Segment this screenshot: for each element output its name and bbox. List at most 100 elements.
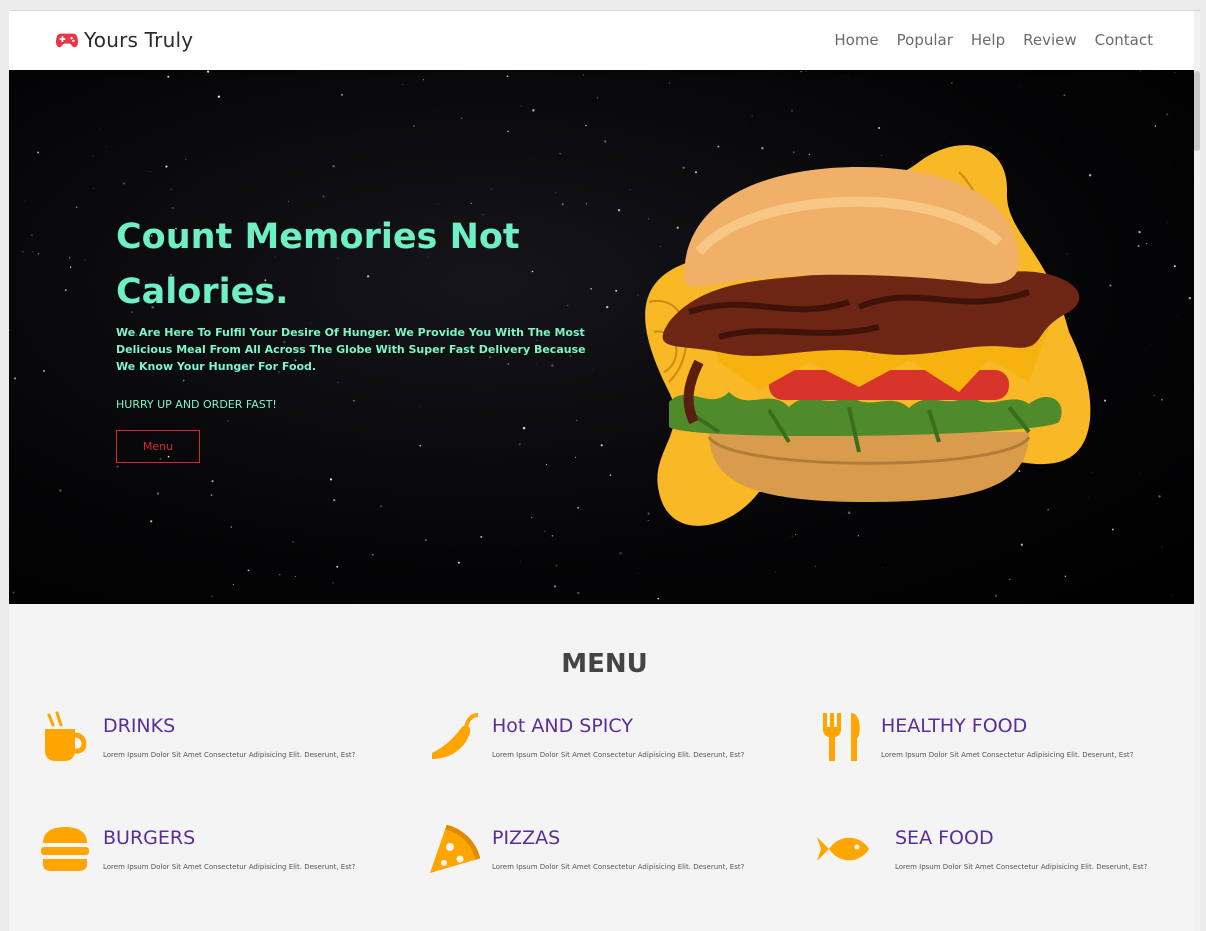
- star: [951, 82, 953, 84]
- menu-item-drinks[interactable]: DRINKS Lorem Ipsum Dolor Sit Amet Consec…: [39, 711, 419, 791]
- gamepad-icon: [56, 33, 78, 48]
- star: [123, 182, 126, 185]
- star: [9, 329, 10, 331]
- star: [1153, 394, 1155, 396]
- star: [322, 195, 325, 198]
- star: [615, 289, 618, 292]
- star: [585, 124, 587, 127]
- star: [1161, 399, 1163, 401]
- star: [470, 202, 472, 204]
- menu-item-pizzas[interactable]: PIZZAS Lorem Ipsum Dolor Sit Amet Consec…: [428, 823, 808, 903]
- star: [805, 71, 807, 72]
- star: [791, 110, 793, 112]
- star: [1188, 296, 1192, 300]
- star: [657, 597, 660, 600]
- star: [206, 70, 210, 73]
- star: [606, 305, 609, 309]
- star: [577, 506, 579, 509]
- star: [520, 561, 521, 562]
- star: [775, 571, 776, 572]
- star: [1109, 284, 1112, 287]
- star: [336, 565, 339, 568]
- nav-link-contact[interactable]: Contact: [1095, 31, 1153, 49]
- star: [1161, 546, 1163, 548]
- menu-item-sea-food[interactable]: SEA FOOD Lorem Ipsum Dolor Sit Amet Cons…: [817, 823, 1197, 903]
- star: [193, 389, 195, 390]
- star: [746, 122, 748, 124]
- menu-item-title: HEALTHY FOOD: [881, 715, 1028, 737]
- star: [1173, 265, 1176, 268]
- fish-icon: [817, 837, 869, 861]
- star: [292, 541, 294, 543]
- brand-link[interactable]: Yours Truly: [56, 28, 193, 52]
- hero-description: We Are Here To Fulfil Your Desire Of Hun…: [116, 326, 586, 373]
- nav-link-review[interactable]: Review: [1023, 31, 1077, 49]
- star: [553, 585, 557, 588]
- star: [531, 517, 533, 519]
- star: [1020, 543, 1023, 546]
- star: [457, 561, 460, 564]
- utensils-icon: [823, 713, 860, 761]
- star: [31, 234, 33, 237]
- star: [1009, 578, 1011, 581]
- menu-item-healthy-food[interactable]: HEALTHY FOOD Lorem Ipsum Dolor Sit Amet …: [817, 711, 1197, 791]
- star: [37, 151, 40, 154]
- star: [353, 400, 355, 402]
- star: [412, 124, 415, 127]
- star: [227, 420, 229, 422]
- nav-link-help[interactable]: Help: [971, 31, 1005, 49]
- menu-item-hot-and-spicy[interactable]: Hot AND SPICY Lorem Ipsum Dolor Sit Amet…: [428, 711, 808, 791]
- star: [437, 203, 439, 205]
- star: [544, 530, 546, 532]
- star: [294, 576, 296, 578]
- nav-link-home[interactable]: Home: [834, 31, 878, 49]
- star: [604, 140, 607, 143]
- star: [619, 551, 622, 555]
- menu-heading: MENU: [561, 649, 648, 679]
- star: [559, 152, 561, 155]
- scrollbar-thumb[interactable]: [1194, 71, 1200, 151]
- star: [380, 505, 382, 507]
- star: [333, 499, 336, 502]
- star: [419, 406, 421, 408]
- star: [1111, 528, 1114, 531]
- scrollbar[interactable]: [1194, 11, 1200, 931]
- star: [332, 582, 334, 584]
- star: [99, 128, 101, 129]
- star: [75, 206, 78, 208]
- nav-link-popular[interactable]: Popular: [897, 31, 953, 49]
- star: [209, 89, 211, 91]
- star: [506, 75, 509, 78]
- star: [149, 170, 151, 173]
- star: [596, 97, 598, 99]
- star: [423, 79, 425, 81]
- star: [1145, 242, 1148, 245]
- star: [424, 539, 427, 542]
- star: [24, 200, 26, 202]
- hamburger-icon: [41, 827, 89, 871]
- menu-item-description: Lorem Ipsum Dolor Sit Amet Consectetur A…: [103, 751, 356, 759]
- star: [1169, 164, 1171, 166]
- menu-item-description: Lorem Ipsum Dolor Sit Amet Consectetur A…: [492, 863, 745, 871]
- menu-item-description: Lorem Ipsum Dolor Sit Amet Consectetur A…: [895, 863, 1148, 871]
- star: [1166, 222, 1168, 223]
- star: [1063, 94, 1066, 97]
- star: [1137, 244, 1140, 247]
- star: [69, 257, 71, 259]
- star: [590, 288, 592, 290]
- star: [1103, 399, 1107, 402]
- menu-button[interactable]: Menu: [116, 430, 200, 463]
- star: [1154, 125, 1157, 127]
- star: [878, 126, 881, 130]
- star: [617, 209, 621, 212]
- star: [156, 492, 160, 495]
- star: [247, 569, 250, 572]
- star: [211, 480, 214, 483]
- menu-item-burgers[interactable]: BURGERS Lorem Ipsum Dolor Sit Amet Conse…: [39, 823, 419, 903]
- star: [105, 146, 107, 148]
- star: [522, 426, 526, 430]
- star: [64, 289, 67, 292]
- star: [165, 165, 168, 168]
- star: [371, 553, 374, 556]
- star: [116, 465, 119, 468]
